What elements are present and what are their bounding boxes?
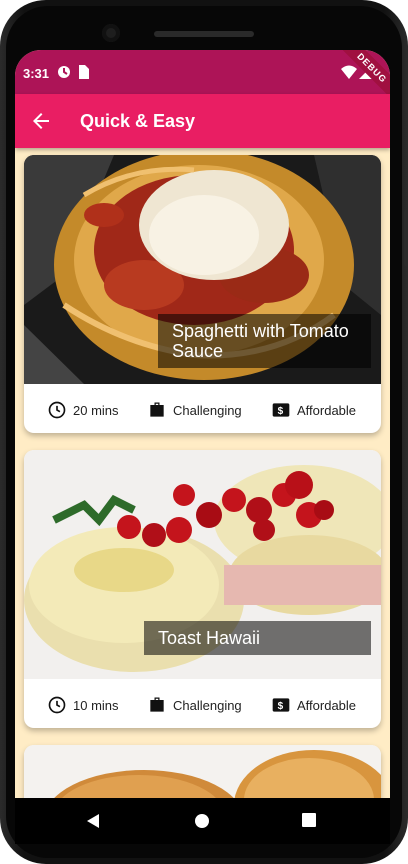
app-screen: 3:31 DEBUG Quick & Easy Spaghetti with T…: [15, 50, 390, 798]
duration-text: 10 mins: [73, 697, 119, 713]
complexity-text: Challenging: [173, 697, 242, 713]
affordability-info: $ Affordable: [271, 400, 356, 420]
briefcase-icon: [150, 402, 164, 417]
complexity-text: Challenging: [173, 402, 242, 418]
briefcase-icon: [150, 697, 164, 712]
duration-text: 20 mins: [73, 402, 119, 418]
affordability-info: $ Affordable: [271, 695, 356, 715]
complexity-info: Challenging: [147, 400, 242, 420]
meal-card[interactable]: Toast Hawaii 10 mins Challenging $ Affor…: [24, 450, 381, 728]
money-icon: $: [272, 698, 290, 712]
sim-card-icon: [79, 65, 89, 79]
meal-title: Toast Hawaii: [144, 621, 371, 655]
meal-info-row: 20 mins Challenging $ Affordable: [24, 384, 381, 433]
meal-image: Toast Hawaii: [24, 450, 381, 679]
nav-back-icon[interactable]: [85, 813, 101, 829]
notification-icon: [58, 66, 70, 78]
affordability-text: Affordable: [297, 697, 357, 713]
meal-info-row: 10 mins Challenging $ Affordable: [24, 679, 381, 728]
status-bar: 3:31 DEBUG: [15, 50, 390, 102]
svg-text:$: $: [278, 406, 284, 417]
meal-title: Spaghetti with Tomato Sauce: [158, 314, 371, 368]
arrow-back-icon[interactable]: [29, 109, 53, 133]
duration-info: 10 mins: [47, 695, 119, 715]
affordability-text: Affordable: [297, 402, 357, 418]
side-button: [404, 210, 408, 266]
meal-image: [24, 745, 381, 798]
meal-card[interactable]: [24, 745, 381, 798]
clock-icon: [48, 696, 66, 714]
complexity-info: Challenging: [147, 695, 242, 715]
front-camera: [102, 24, 120, 42]
nav-recents-icon[interactable]: [302, 813, 316, 827]
earpiece-speaker: [154, 31, 254, 37]
system-nav-bar: [15, 798, 390, 844]
app-bar: Quick & Easy: [15, 94, 390, 148]
meal-card[interactable]: Spaghetti with Tomato Sauce 20 mins Chal…: [24, 155, 381, 433]
svg-text:$: $: [278, 701, 284, 712]
money-icon: $: [272, 403, 290, 417]
clock-icon: [48, 401, 66, 419]
nav-home-icon[interactable]: [194, 813, 210, 829]
wifi-icon: [341, 65, 357, 79]
page-title: Quick & Easy: [80, 111, 196, 131]
status-time: 3:31: [23, 66, 50, 81]
duration-info: 20 mins: [47, 400, 119, 420]
meal-image: Spaghetti with Tomato Sauce: [24, 155, 381, 384]
